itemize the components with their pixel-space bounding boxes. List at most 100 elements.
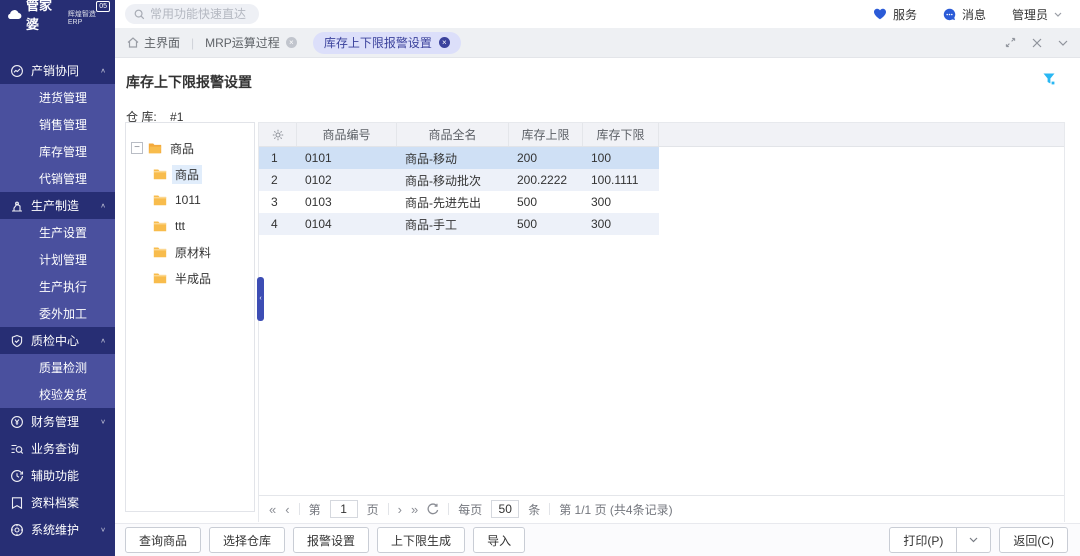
category-tree-panel: − 商品 商品 1011 [125,122,255,512]
search-icon [134,9,145,20]
per-page-suffix: 条 [528,501,540,518]
sidebar-item-daixiao[interactable]: 代销管理 [0,165,115,192]
version-badge: 05 [96,1,110,12]
shield-icon [10,334,25,348]
search-input[interactable] [150,7,250,21]
divider [549,503,550,515]
sidebar-group-ziliaodangan[interactable]: 资料档案 [0,489,115,516]
folder-icon [153,194,167,206]
sidebar-submenu: 生产设置 计划管理 生产执行 委外加工 [0,219,115,327]
tab-home[interactable]: 主界面 [127,34,180,51]
table-row[interactable]: 3 0103 商品-先进先出 500 300 [259,191,659,213]
user-menu[interactable]: 管理员 [1012,6,1062,23]
sidebar-menu: 产销协同 ∧ 进货管理 销售管理 库存管理 代销管理 生产制造 ∧ 生产设置 计… [0,28,115,543]
collapse-expander-icon[interactable]: − [131,142,143,154]
table-row[interactable]: 4 0104 商品-手工 500 300 [259,213,659,235]
tab-mrp[interactable]: MRP运算过程 × [205,34,297,51]
column-header-upper[interactable]: 库存上限 [509,123,583,146]
chevron-down-icon: ∨ [100,418,106,425]
tree-node-goods[interactable]: 商品 [131,161,249,187]
select-warehouse-button[interactable]: 选择仓库 [209,527,285,553]
folder-open-icon [148,142,162,154]
sidebar-item-xiaoshou[interactable]: 销售管理 [0,111,115,138]
sidebar-item-jiaoyanfahuo[interactable]: 校验发货 [0,381,115,408]
import-button[interactable]: 导入 [473,527,525,553]
main-panel: 库存上下限报警设置 仓 库: #1 − 商品 商品 [115,58,1080,523]
sidebar-item-weiwaijiagong[interactable]: 委外加工 [0,300,115,327]
sidebar-item-jinhuo[interactable]: 进货管理 [0,84,115,111]
sidebar-item-shengchanzhixing[interactable]: 生产执行 [0,273,115,300]
tab-separator: | [191,36,194,50]
column-header-code[interactable]: 商品编号 [297,123,397,146]
sidebar: 管家婆 辉煌智造ERP 05 产销协同 ∧ 进货管理 销售管理 库存管理 代销管… [0,0,115,556]
return-button[interactable]: 返回(C) [999,527,1068,553]
table-row[interactable]: 1 0101 商品-移动 200 100 [259,147,659,169]
print-options-chevron[interactable] [957,527,991,553]
page-prefix: 第 [309,501,321,518]
sidebar-group-zhijianzhongxin[interactable]: 质检中心 ∧ [0,327,115,354]
tree-node-ttt[interactable]: ttt [131,213,249,239]
archive-icon [10,496,25,510]
assist-icon [10,469,25,483]
sidebar-group-xitongweihu[interactable]: 系统维护 ∨ [0,516,115,543]
sidebar-group-yewuchaxun[interactable]: 业务查询 [0,435,115,462]
sidebar-group-fuzhugongneng[interactable]: 辅助功能 [0,462,115,489]
folder-icon [153,272,167,284]
page-suffix: 页 [367,501,379,518]
filter-funnel-icon[interactable] [1042,72,1056,86]
tree-node-1011[interactable]: 1011 [131,187,249,213]
brand-name: 管家婆 [26,0,64,33]
divider [448,503,449,515]
tab-stock-limit-active[interactable]: 库存上下限报警设置 × [313,32,461,54]
page-number-input[interactable]: 1 [330,500,358,518]
column-header-lower[interactable]: 库存下限 [583,123,659,146]
tree-node-raw-material[interactable]: 原材料 [131,239,249,265]
service-button[interactable]: 服务 [873,6,917,23]
print-button[interactable]: 打印(P) [889,527,957,553]
quick-search[interactable] [125,4,259,24]
sidebar-group-chanxiaoxietong[interactable]: 产销协同 ∧ [0,57,115,84]
folder-icon [153,246,167,258]
sidebar-item-kucun[interactable]: 库存管理 [0,138,115,165]
fullscreen-icon[interactable] [1005,37,1016,48]
print-split-button: 打印(P) [889,527,991,553]
message-icon [943,8,956,21]
column-settings-button[interactable] [259,123,297,146]
tree-node-semi-finished[interactable]: 半成品 [131,265,249,291]
sidebar-item-jihuaguanli[interactable]: 计划管理 [0,246,115,273]
close-icon[interactable]: × [439,37,450,48]
message-button[interactable]: 消息 [943,6,986,23]
first-page-icon[interactable]: « [269,502,276,517]
refresh-icon[interactable] [427,503,439,515]
sidebar-item-shengchanshezhi[interactable]: 生产设置 [0,219,115,246]
column-header-name[interactable]: 商品全名 [397,123,509,146]
close-all-icon[interactable] [1032,38,1042,48]
query-goods-button[interactable]: 查询商品 [125,527,201,553]
chevron-left-icon: ‹ [259,295,261,302]
next-page-icon[interactable]: › [398,502,402,517]
alarm-settings-button[interactable]: 报警设置 [293,527,369,553]
panel-collapse-handle[interactable]: ‹ [257,277,264,321]
chevron-up-icon: ∧ [100,67,106,74]
tree-root-goods[interactable]: − 商品 [131,135,249,161]
top-bar: 服务 消息 管理员 [115,0,1080,28]
divider [299,503,300,515]
close-icon[interactable]: × [286,37,297,48]
prev-page-icon[interactable]: ‹ [285,502,289,517]
generate-limits-button[interactable]: 上下限生成 [377,527,465,553]
sidebar-group-caiwuguanli[interactable]: 财务管理 ∨ [0,408,115,435]
footer-toolbar: 查询商品 选择仓库 报警设置 上下限生成 导入 打印(P) 返回(C) [115,523,1080,556]
last-page-icon[interactable]: » [411,502,418,517]
per-page-input[interactable]: 50 [491,500,519,518]
pagination-summary: 第 1/1 页 (共4条记录) [559,501,672,518]
table-row[interactable]: 2 0102 商品-移动批次 200.2222 100.1111 [259,169,659,191]
page-title: 库存上下限报警设置 [126,72,252,92]
sidebar-group-shengchanzhizao[interactable]: 生产制造 ∧ [0,192,115,219]
finance-icon [10,415,25,429]
sidebar-item-zhiliangjiance[interactable]: 质量检测 [0,354,115,381]
tab-menu-chevron-icon[interactable] [1058,40,1068,46]
trend-icon [10,64,25,78]
folder-icon [153,220,167,232]
search-list-icon [10,442,25,456]
folder-icon [153,168,167,180]
